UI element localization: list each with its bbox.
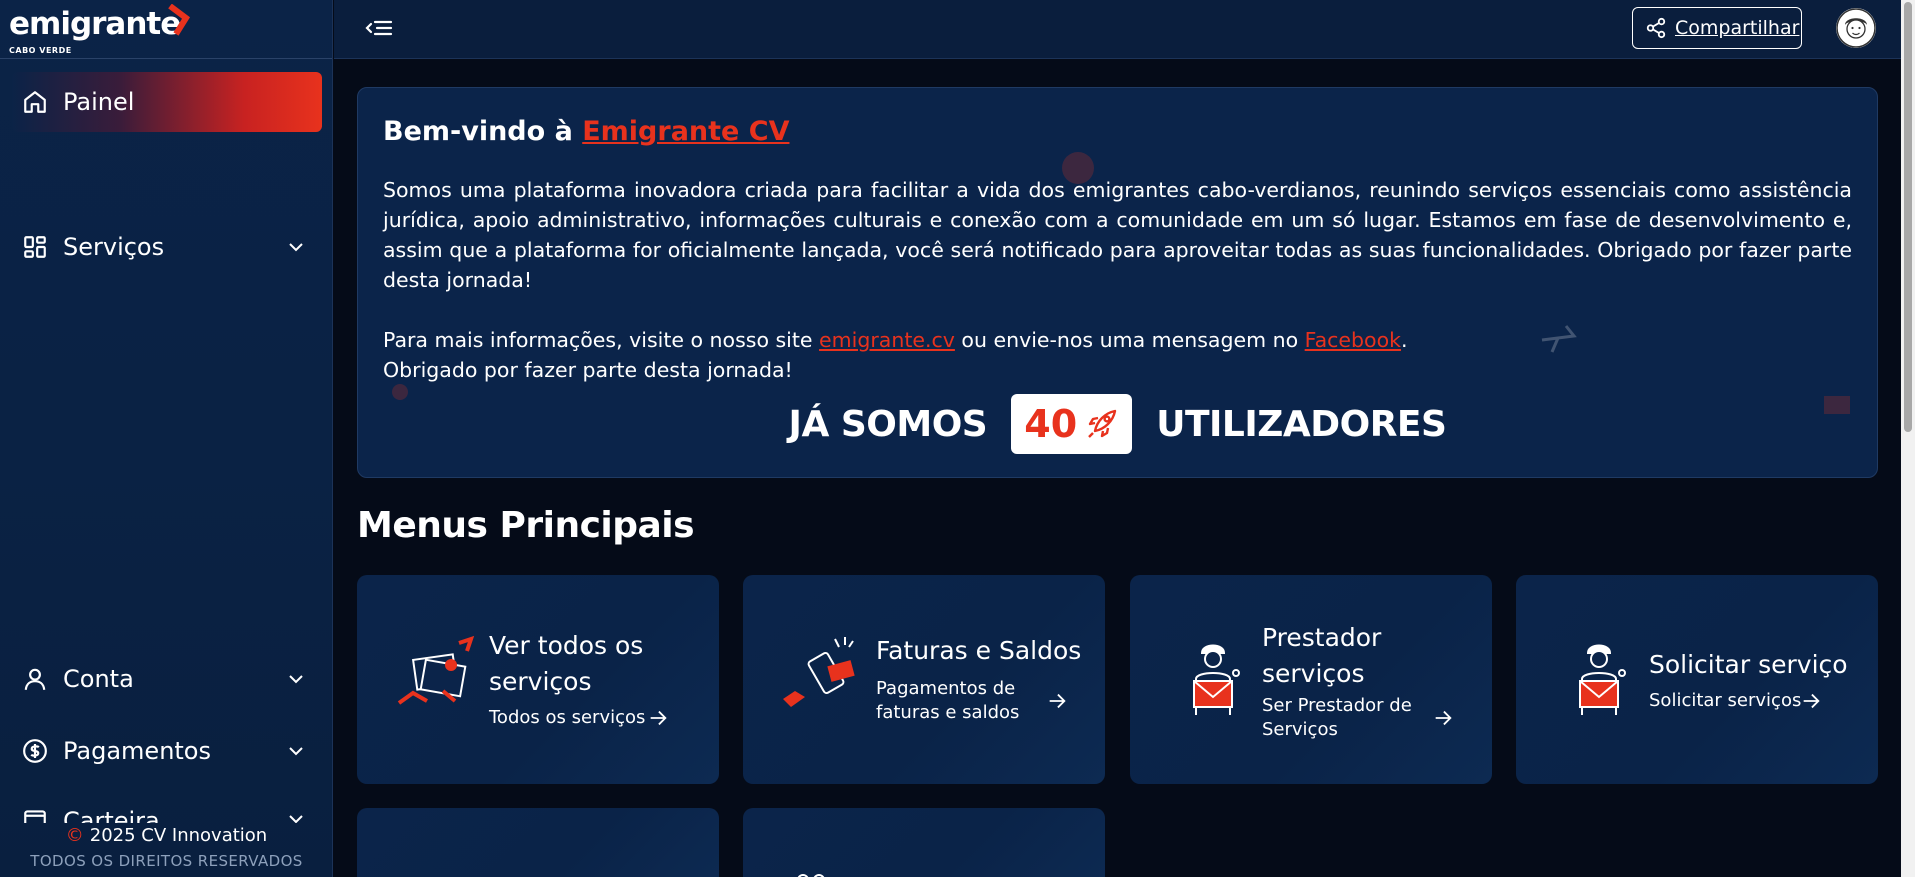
sidebar-item-pagamentos[interactable]: Pagamentos bbox=[12, 721, 322, 781]
avatar-face-icon bbox=[1836, 8, 1876, 48]
arrow-right-icon bbox=[1803, 693, 1820, 709]
menus-title: Menus Principais bbox=[357, 505, 695, 546]
footer-copyright-text: 2025 CV Innovation bbox=[89, 825, 268, 846]
arrow-right-icon bbox=[1435, 710, 1452, 726]
thanks-text: Obrigado por fazer parte desta jornada! bbox=[383, 358, 793, 382]
card-title-line1: Ver todos os bbox=[489, 631, 644, 660]
menu-card-provider[interactable]: Prestador serviços Ser Prestador de Serv… bbox=[1130, 575, 1492, 784]
sidebar-item-label: Painel bbox=[63, 88, 135, 116]
card-title: Faturas e Saldos bbox=[876, 636, 1082, 665]
card-illustration-icon bbox=[797, 874, 825, 877]
logo-arrow-icon bbox=[168, 4, 190, 36]
users-counter: JÁ SOMOS 40 UTILIZADORES bbox=[358, 394, 1877, 454]
logo[interactable]: emigrante CABO VERDE bbox=[0, 0, 332, 59]
scrollbar[interactable] bbox=[1901, 0, 1915, 877]
facebook-link[interactable]: Facebook bbox=[1305, 328, 1401, 352]
chevron-down-icon bbox=[289, 747, 303, 756]
welcome-body: Somos uma plataforma inovadora criada pa… bbox=[383, 178, 1852, 292]
dollar-icon bbox=[21, 737, 49, 765]
menu-card-all-services[interactable]: Ver todos os serviços Todos os serviços bbox=[357, 575, 719, 784]
card-subtitle: Solicitar serviços bbox=[1649, 690, 1802, 711]
users-pre-label: JÁ SOMOS bbox=[788, 403, 988, 445]
more-info-suffix: . bbox=[1400, 328, 1408, 352]
chevron-down-icon bbox=[289, 815, 303, 823]
decorative-globe-icon bbox=[1062, 152, 1094, 184]
users-post-label: UTILIZADORES bbox=[1156, 403, 1447, 445]
card-title: Solicitar serviço bbox=[1649, 650, 1848, 679]
decorative-plane-icon bbox=[1541, 325, 1577, 353]
welcome-title-prefix: Bem-vindo à bbox=[383, 116, 583, 147]
card-subtitle-line2: Serviços bbox=[1262, 719, 1338, 740]
chevron-down-icon bbox=[289, 243, 303, 252]
chevron-down-icon bbox=[289, 675, 303, 684]
sidebar: emigrante CABO VERDE Painel Serviços Con… bbox=[0, 0, 333, 877]
card-subtitle-line1: Pagamentos de bbox=[876, 678, 1016, 699]
payment-terminal-illustration-icon bbox=[783, 637, 855, 707]
topbar: Compartilhar bbox=[334, 0, 1901, 59]
welcome-title: Bem-vindo à Emigrante CV bbox=[383, 116, 1852, 147]
card-title-line1: Prestador bbox=[1262, 623, 1382, 652]
users-count: 40 bbox=[1024, 402, 1078, 446]
brand-link[interactable]: Emigrante CV bbox=[582, 116, 789, 147]
more-info-prefix: Para mais informações, visite o nosso si… bbox=[383, 328, 820, 352]
scrollbar-thumb[interactable] bbox=[1904, 2, 1912, 432]
sidebar-item-label: Serviços bbox=[63, 233, 165, 261]
card-title-line2: serviços bbox=[489, 667, 592, 696]
card-subtitle-line1: Ser Prestador de bbox=[1262, 695, 1412, 716]
card-subtitle: Todos os serviços bbox=[489, 707, 646, 728]
sidebar-item-servicos[interactable]: Serviços bbox=[12, 217, 322, 277]
share-icon bbox=[1646, 17, 1666, 39]
copyright-symbol: © bbox=[65, 825, 84, 846]
footer-rights: TODOS OS DIREITOS RESERVADOS bbox=[30, 852, 303, 870]
arrow-right-icon bbox=[1049, 693, 1066, 709]
card-subtitle-line2: faturas e saldos bbox=[876, 702, 1020, 723]
menu-card-row2-2[interactable] bbox=[743, 808, 1105, 877]
provider-person-icon bbox=[1193, 644, 1240, 715]
documents-illustration-icon bbox=[397, 635, 475, 705]
avatar[interactable] bbox=[1836, 8, 1876, 48]
sidebar-item-label: Conta bbox=[63, 665, 134, 693]
logo-subtitle: CABO VERDE bbox=[9, 46, 72, 55]
menu-card-request-service[interactable]: Solicitar serviço Solicitar serviços bbox=[1516, 575, 1878, 784]
share-label: Compartilhar bbox=[1675, 17, 1800, 39]
site-link[interactable]: emigrante.cv bbox=[819, 328, 955, 352]
sidebar-item-label: Pagamentos bbox=[63, 737, 211, 765]
share-button[interactable]: Compartilhar bbox=[1632, 7, 1802, 49]
collapse-menu-icon[interactable] bbox=[364, 14, 394, 44]
footer-copyright: © 2025 CV Innovation bbox=[0, 825, 333, 846]
more-info-mid: ou envie-nos uma mensagem no bbox=[954, 328, 1305, 352]
request-person-icon bbox=[1579, 644, 1626, 715]
arrow-right-icon bbox=[650, 710, 667, 726]
users-count-badge: 40 bbox=[1011, 394, 1133, 454]
user-icon bbox=[21, 665, 49, 693]
menu-card-invoices[interactable]: Faturas e Saldos Pagamentos de faturas e… bbox=[743, 575, 1105, 784]
sidebar-item-carteira[interactable]: Carteira bbox=[12, 793, 322, 823]
welcome-card: Bem-vindo à Emigrante CV Somos uma plata… bbox=[357, 87, 1878, 478]
grid-icon bbox=[21, 233, 49, 261]
sidebar-item-painel[interactable]: Painel bbox=[12, 72, 322, 132]
rocket-icon bbox=[1088, 409, 1117, 438]
card-title-line2: serviços bbox=[1262, 659, 1365, 688]
sidebar-item-conta[interactable]: Conta bbox=[12, 649, 322, 709]
welcome-more-info: Para mais informações, visite o nosso si… bbox=[383, 325, 1852, 385]
wallet-icon bbox=[21, 805, 49, 823]
home-icon bbox=[21, 88, 49, 116]
menu-card-row2-1[interactable] bbox=[357, 808, 719, 877]
sidebar-item-label: Carteira bbox=[63, 807, 160, 823]
